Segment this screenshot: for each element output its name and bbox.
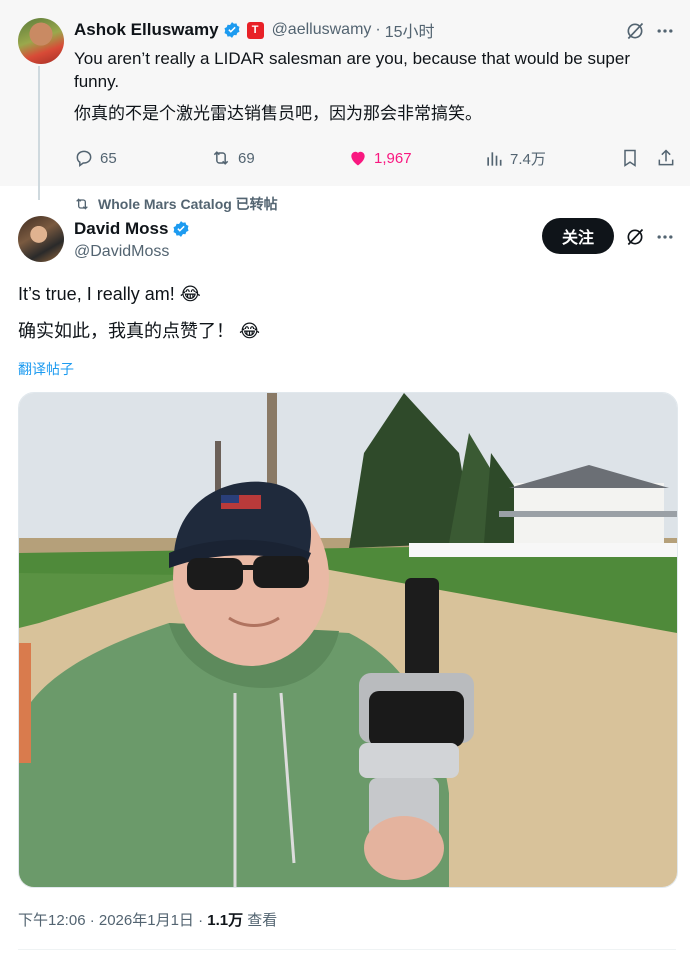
grok-icon[interactable] xyxy=(622,18,648,44)
repost-count: 69 xyxy=(238,149,255,167)
author-name[interactable]: Ashok Elluswamy xyxy=(74,20,219,40)
post-timestamp[interactable]: 下午12:06 · 2026年1月1日 · xyxy=(18,912,207,929)
follow-button[interactable]: 关注 xyxy=(542,218,614,254)
author-handle[interactable]: @DavidMoss xyxy=(74,243,169,261)
repost-icon xyxy=(213,151,229,165)
verified-icon xyxy=(173,221,189,237)
more-icon[interactable] xyxy=(652,224,678,250)
translate-post-link[interactable]: 翻译帖子 xyxy=(18,359,74,379)
more-icon[interactable] xyxy=(652,18,678,44)
post-time[interactable]: 15小时 xyxy=(385,18,435,42)
avatar[interactable] xyxy=(18,216,64,262)
views-label: 查看 xyxy=(243,912,278,929)
bookmark-button[interactable] xyxy=(620,148,646,168)
repost-icon xyxy=(76,198,88,210)
selfie-with-lidar-image xyxy=(19,393,677,887)
author-name[interactable]: David Moss xyxy=(74,219,168,239)
views-icon xyxy=(487,151,502,166)
main-author-row: David Moss xyxy=(74,217,190,241)
repost-button[interactable]: 69 xyxy=(210,148,255,168)
views-button[interactable]: 7.4万 xyxy=(484,148,546,169)
tesla-logo-badge: T xyxy=(246,21,264,39)
share-button[interactable] xyxy=(656,148,682,168)
tweet-meta: 下午12:06 · 2026年1月1日 · 1.1万 查看 xyxy=(18,909,277,930)
reply-count: 65 xyxy=(100,149,117,167)
bookmark-icon xyxy=(624,149,636,167)
retweet-label[interactable]: Whole Mars Catalog 已转帖 xyxy=(74,194,278,214)
views-count: 1.1万 xyxy=(207,912,244,929)
tweet-actions: 65 69 1,967 7.4万 xyxy=(74,148,678,172)
grok-icon[interactable] xyxy=(622,224,648,250)
main-tweet-text-en: It’s true, I really am! 😂 xyxy=(18,284,201,304)
main-tweet-text-zh: 确实如此，我真的点赞了！ 😂 xyxy=(18,321,261,341)
heart-icon xyxy=(351,151,365,166)
separator-dot: · xyxy=(375,21,381,38)
reply-button[interactable]: 65 xyxy=(74,148,117,168)
share-icon xyxy=(658,149,674,166)
parent-tweet[interactable]: Ashok Elluswamy T @aelluswamy · 15小时 You… xyxy=(0,0,690,186)
like-button[interactable]: 1,967 xyxy=(348,148,412,168)
retweet-label-text: Whole Mars Catalog 已转帖 xyxy=(98,196,278,212)
avatar[interactable] xyxy=(18,18,64,64)
author-handle[interactable]: @aelluswamy xyxy=(272,21,372,39)
view-count: 7.4万 xyxy=(510,151,546,168)
like-count: 1,967 xyxy=(374,149,412,167)
thread-line xyxy=(38,66,40,200)
divider xyxy=(18,949,676,950)
tweet-photo[interactable] xyxy=(18,392,678,888)
parent-author-row: Ashok Elluswamy T @aelluswamy · 15小时 xyxy=(74,18,435,42)
parent-tweet-text-zh: 你真的不是个激光雷达销售员吧，因为那会非常搞笑。 xyxy=(74,104,482,123)
verified-icon xyxy=(224,22,240,38)
parent-tweet-text-en: You aren’t really a LIDAR salesman are y… xyxy=(74,49,630,91)
reply-icon xyxy=(76,150,92,167)
